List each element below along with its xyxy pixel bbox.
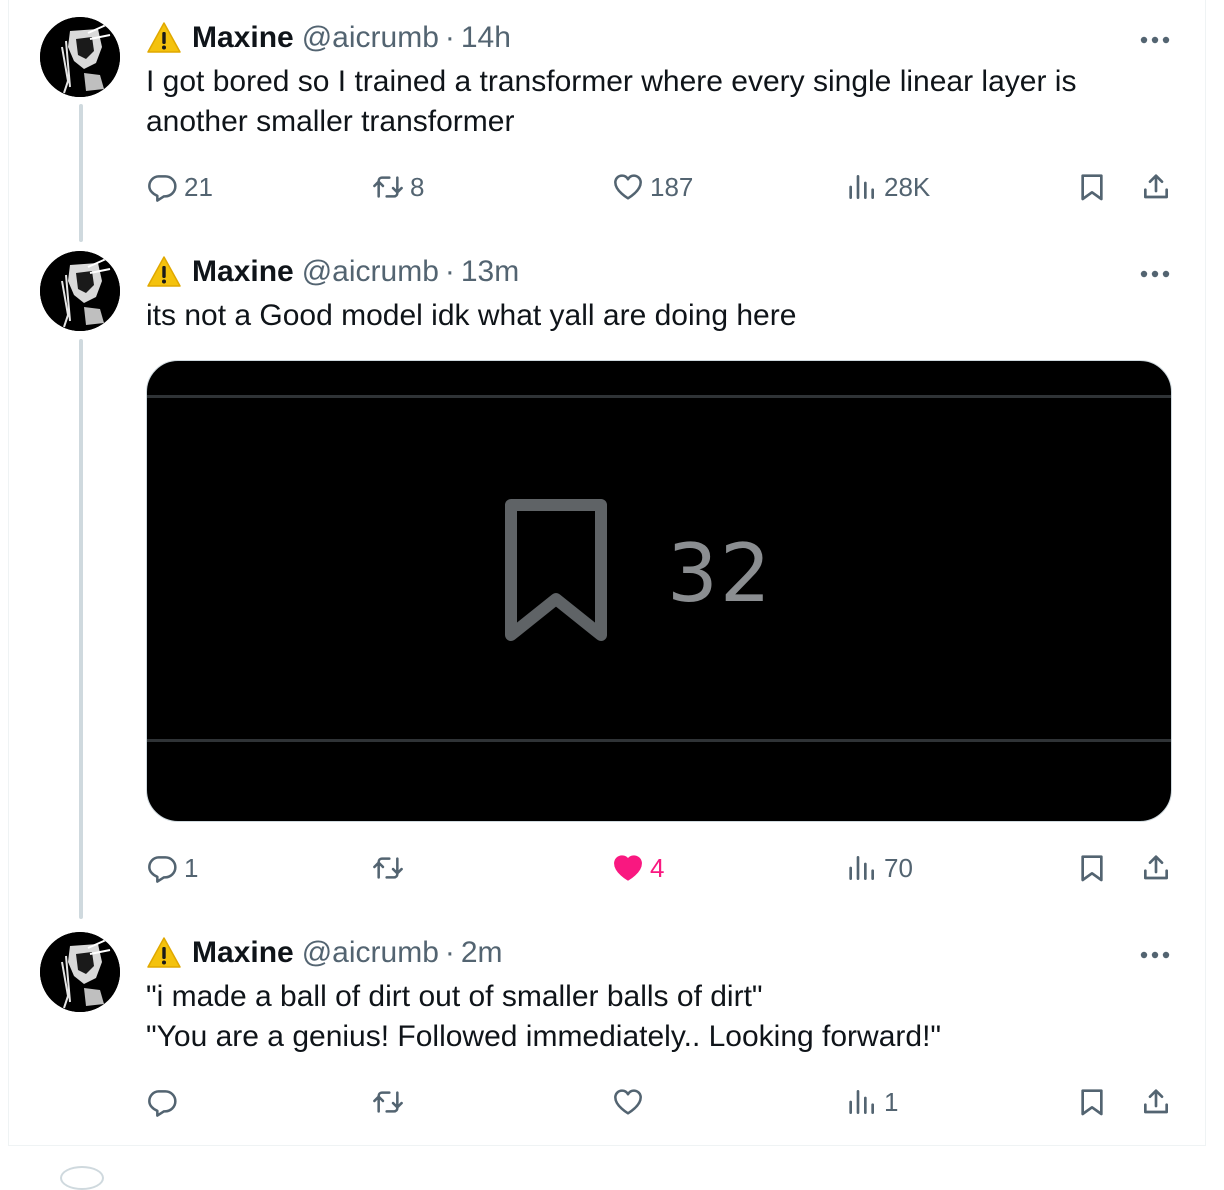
heart-icon [614, 1089, 642, 1115]
bookmark-icon [1081, 174, 1103, 201]
retweet-button[interactable] [372, 848, 410, 888]
tweet-text: its not a Good model idk what yall are d… [146, 296, 1176, 336]
tweet-text-line: its not a Good model idk what yall are d… [146, 299, 797, 332]
timeline-divider [8, 1145, 1206, 1146]
tweet-text: "i made a ball of dirt out of smaller ba… [146, 977, 1176, 1057]
avatar[interactable] [40, 17, 120, 97]
tweet-text: I got bored so I trained a transformer w… [146, 62, 1176, 142]
views-button[interactable]: 1 [846, 1082, 898, 1122]
reply-count: 21 [184, 171, 213, 202]
tweet[interactable]: Maxine @aicrumb · 2m "i made a ball of d… [0, 915, 1224, 1143]
user-handle[interactable]: @aicrumb [302, 21, 439, 55]
retweet-icon [373, 176, 403, 198]
retweet-button[interactable] [372, 1082, 410, 1122]
user-handle[interactable]: @aicrumb [302, 936, 439, 970]
warning-icon [146, 21, 182, 55]
heart-icon [614, 174, 642, 200]
action-bar: 21 8 187 28K [146, 167, 1176, 207]
retweet-button[interactable]: 8 [372, 167, 424, 207]
action-bar: 1 [146, 1082, 1176, 1122]
share-button[interactable] [1140, 1082, 1172, 1122]
tweet-text-line: another smaller transformer [146, 105, 515, 138]
retweet-count: 8 [410, 171, 425, 202]
reply-button[interactable]: 21 [146, 167, 213, 207]
bookmark-button[interactable] [1076, 848, 1108, 888]
more-icon[interactable] [1138, 259, 1172, 289]
display-name[interactable]: Maxine [192, 255, 294, 289]
avatar[interactable] [40, 932, 120, 1012]
reply-button[interactable]: 1 [146, 848, 198, 888]
bookmark-icon [499, 499, 613, 645]
retweet-icon [373, 1091, 403, 1113]
warning-icon [146, 255, 182, 289]
reply-button[interactable] [146, 1082, 184, 1122]
tweet-header: Maxine @aicrumb · 14h [146, 20, 511, 56]
share-button[interactable] [1140, 167, 1172, 207]
tweet[interactable]: Maxine @aicrumb · 14h I got bored so I t… [0, 0, 1224, 240]
separator-dot: · [444, 255, 455, 288]
tweet-text-line: "i made a ball of dirt out of smaller ba… [146, 980, 763, 1013]
avatar-image [40, 251, 120, 331]
tweet-text-line: I got bored so I trained a transformer w… [146, 65, 1077, 98]
heart-icon [614, 855, 642, 881]
separator-dot: · [444, 21, 455, 54]
bookmark-icon [1081, 1089, 1103, 1116]
view-count: 70 [884, 852, 913, 883]
views-icon [849, 175, 874, 199]
timestamp[interactable]: 2m [461, 936, 503, 970]
reply-count: 1 [184, 852, 199, 883]
view-count: 28K [884, 171, 931, 202]
avatar-image [40, 17, 120, 97]
tweet-header: Maxine @aicrumb · 2m [146, 935, 503, 971]
tweet-media-image[interactable]: 32 [146, 360, 1172, 822]
like-button[interactable]: 4 [612, 848, 664, 888]
timestamp[interactable]: 13m [461, 255, 519, 289]
more-icon[interactable] [1138, 25, 1172, 55]
bookmark-button[interactable] [1076, 167, 1108, 207]
share-button[interactable] [1140, 848, 1172, 888]
image-divider [147, 395, 1171, 398]
views-icon [849, 1090, 874, 1114]
share-icon [1144, 855, 1168, 880]
timestamp[interactable]: 14h [461, 21, 511, 55]
views-button[interactable]: 28K [846, 167, 930, 207]
views-button[interactable]: 70 [846, 848, 913, 888]
bookmark-count: 32 [667, 527, 773, 620]
tweet-text-line: "You are a genius! Followed immediately.… [146, 1020, 942, 1053]
share-icon [1144, 174, 1168, 199]
retweet-icon [373, 857, 403, 879]
reply-icon [148, 856, 177, 883]
like-count: 187 [650, 171, 694, 202]
display-name[interactable]: Maxine [192, 936, 294, 970]
next-avatar-peek [60, 1166, 104, 1190]
reply-icon [148, 175, 177, 202]
image-divider [147, 739, 1171, 742]
action-bar: 1 4 70 [146, 848, 1176, 888]
user-handle[interactable]: @aicrumb [302, 255, 439, 289]
bookmark-icon [1081, 855, 1103, 882]
like-count: 4 [650, 852, 665, 883]
avatar[interactable] [40, 251, 120, 331]
bookmark-button[interactable] [1076, 1082, 1108, 1122]
like-button[interactable]: 187 [612, 167, 693, 207]
display-name[interactable]: Maxine [192, 21, 294, 55]
reply-icon [148, 1090, 177, 1117]
more-icon[interactable] [1138, 940, 1172, 970]
warning-icon [146, 936, 182, 970]
share-icon [1144, 1089, 1168, 1114]
views-icon [849, 856, 874, 880]
view-count: 1 [884, 1086, 899, 1117]
avatar-image [40, 932, 120, 1012]
like-button[interactable] [612, 1082, 650, 1122]
separator-dot: · [444, 936, 455, 969]
tweet-header: Maxine @aicrumb · 13m [146, 254, 519, 290]
